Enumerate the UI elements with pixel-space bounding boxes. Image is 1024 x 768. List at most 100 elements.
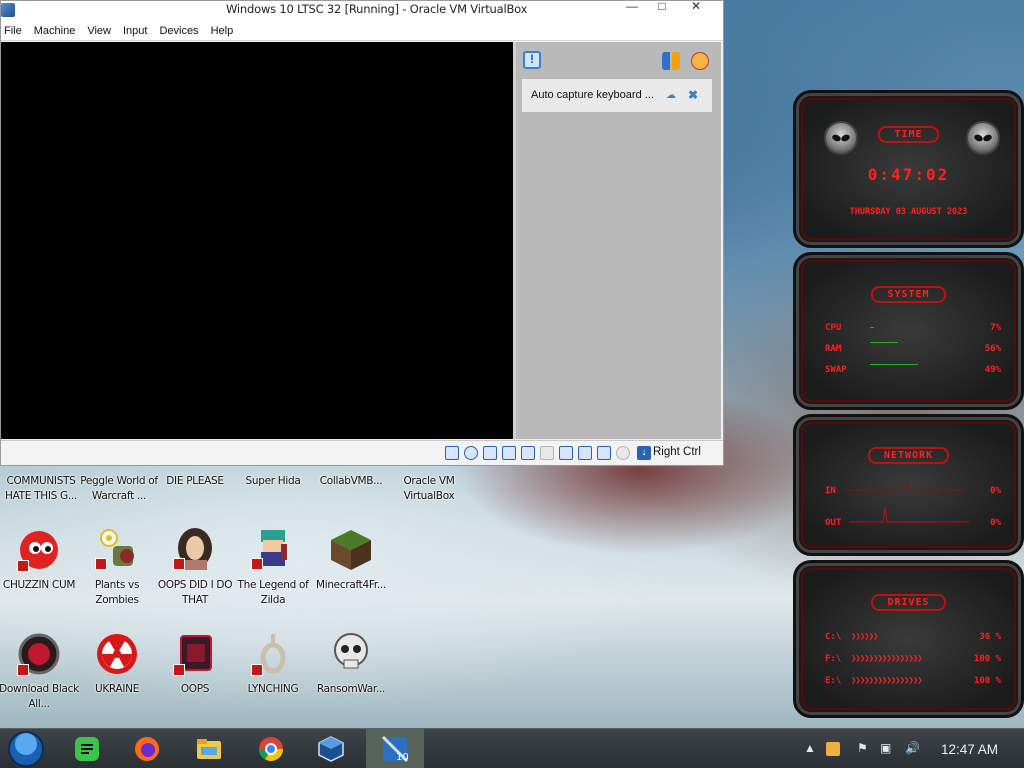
tray-chevron-up-icon[interactable]: ▲ bbox=[804, 741, 816, 755]
dismiss-all-icon[interactable] bbox=[691, 52, 709, 70]
notification-center: Auto capture keyboard ... ☁ ✖ bbox=[513, 42, 721, 439]
desktop-label-super-hida[interactable]: Super Hida bbox=[232, 474, 314, 489]
taskbar-clock[interactable]: 12:47 AM bbox=[941, 742, 998, 757]
legend-of-zilda-icon[interactable] bbox=[251, 526, 295, 570]
svg-text:10: 10 bbox=[396, 752, 409, 763]
network-out-label: OUT bbox=[825, 518, 842, 528]
desktop-label-virtualbox[interactable]: Oracle VM VirtualBox bbox=[388, 474, 470, 504]
tray-app-icon[interactable] bbox=[826, 742, 840, 756]
taskbar: 10 ▲ ⚑ ▣ 🔊 12:47 AM bbox=[0, 728, 1024, 768]
file-explorer-icon bbox=[197, 739, 221, 759]
virtualbox-app-icon bbox=[1, 3, 15, 17]
network-icon[interactable] bbox=[502, 446, 516, 460]
vm-display[interactable] bbox=[1, 42, 513, 439]
menu-bar: File Machine View Input Devices Help bbox=[1, 21, 723, 41]
plants-vs-zombies-icon[interactable] bbox=[95, 526, 139, 570]
network-title: NETWORK bbox=[867, 447, 950, 464]
taskbar-file-explorer[interactable] bbox=[180, 729, 238, 768]
cpu-bar bbox=[870, 327, 874, 328]
shortcut-arrow-icon bbox=[251, 558, 263, 570]
network-gadget[interactable]: NETWORK IN 0% OUT 0% bbox=[793, 414, 1024, 556]
desktop-label[interactable]: Minecraft4Fr... bbox=[310, 578, 392, 593]
network-in-graph bbox=[845, 482, 965, 491]
skull-icon[interactable] bbox=[329, 630, 373, 674]
desktop-label[interactable]: OOPS bbox=[154, 682, 236, 697]
drives-gadget[interactable]: DRIVES C:\ ❯❯❯❯❯❯ 36 % F:\ ❯❯❯❯❯❯❯❯❯❯❯❯❯… bbox=[793, 560, 1024, 718]
drive-e-label: E:\ bbox=[825, 676, 842, 686]
desktop-label[interactable]: OOPS DID I DO THAT bbox=[154, 578, 236, 608]
tray-network-icon[interactable]: ▣ bbox=[880, 741, 891, 755]
drive-f-value: 100 % bbox=[973, 654, 1001, 664]
taskbar-chrome[interactable] bbox=[242, 729, 300, 768]
menu-devices[interactable]: Devices bbox=[155, 25, 202, 37]
mouse-integration-icon[interactable] bbox=[616, 446, 630, 460]
message-icon[interactable] bbox=[523, 51, 541, 69]
desktop-label[interactable]: Plants vs Zombies bbox=[76, 578, 158, 608]
download-orb-icon[interactable] bbox=[17, 632, 61, 676]
usb-icon[interactable] bbox=[521, 446, 535, 460]
desktop-label-peggle[interactable]: Peggle World of Warcraft ... bbox=[78, 474, 160, 504]
noose-icon[interactable] bbox=[251, 632, 295, 676]
sort-icon[interactable] bbox=[662, 52, 680, 70]
start-button[interactable] bbox=[0, 729, 58, 768]
audio-icon[interactable] bbox=[483, 446, 497, 460]
desktop-label-communists[interactable]: COMMUNISTS HATE THIS G... bbox=[0, 474, 82, 504]
chuzzle-icon[interactable] bbox=[17, 528, 61, 572]
swap-value: 49% bbox=[984, 365, 1001, 375]
desktop-label-collabvm[interactable]: CollabVMB... bbox=[310, 474, 392, 489]
taskbar-vm-windows10[interactable]: 10 bbox=[366, 729, 424, 768]
host-key-indicator[interactable]: ↓ Right Ctrl bbox=[637, 446, 701, 460]
time-gadget[interactable]: TIME 0:47:02 THURSDAY 03 AUGUST 2023 bbox=[793, 90, 1024, 248]
taskbar-notes[interactable] bbox=[58, 729, 116, 768]
close-button[interactable]: ✕ bbox=[681, 0, 711, 15]
window-title: Windows 10 LTSC 32 [Running] - Oracle VM… bbox=[226, 2, 528, 16]
cpu-label: CPU bbox=[825, 323, 842, 333]
desktop-label[interactable]: CHUZZIN CUM bbox=[0, 578, 80, 593]
window-titlebar[interactable]: Windows 10 LTSC 32 [Running] - Oracle VM… bbox=[1, 0, 723, 21]
notification-center-header bbox=[516, 42, 721, 78]
ram-value: 56% bbox=[984, 344, 1001, 354]
display-icon[interactable] bbox=[559, 446, 573, 460]
portrait-icon[interactable] bbox=[173, 526, 217, 570]
menu-file[interactable]: File bbox=[1, 25, 26, 37]
desktop-label[interactable]: The Legend of Zilda bbox=[232, 578, 314, 608]
notification-item[interactable]: Auto capture keyboard ... ☁ ✖ bbox=[522, 79, 712, 112]
oops-icon[interactable] bbox=[173, 632, 217, 676]
desktop-label[interactable]: LYNCHING bbox=[232, 682, 314, 697]
shared-folders-icon[interactable] bbox=[540, 446, 554, 460]
optical-drive-icon[interactable] bbox=[464, 446, 478, 460]
shortcut-arrow-icon bbox=[17, 560, 29, 572]
network-in-value: 0% bbox=[990, 486, 1001, 496]
do-not-show-icon[interactable]: ☁ bbox=[666, 90, 676, 101]
radiation-icon[interactable] bbox=[95, 632, 139, 676]
menu-help[interactable]: Help bbox=[207, 25, 238, 37]
drive-f-label: F:\ bbox=[825, 654, 842, 664]
desktop-label[interactable]: Download Black All... bbox=[0, 682, 80, 712]
tray-volume-icon[interactable]: 🔊 bbox=[905, 741, 920, 755]
firefox-icon bbox=[135, 737, 159, 761]
virtualbox-icon bbox=[318, 736, 344, 762]
shortcut-arrow-icon bbox=[95, 558, 107, 570]
menu-machine[interactable]: Machine bbox=[30, 25, 80, 37]
drive-f-bar: ❯❯❯❯❯❯❯❯❯❯❯❯❯❯❯❯ bbox=[851, 654, 923, 664]
minimize-button[interactable]: — bbox=[617, 0, 647, 15]
network-in-label: IN bbox=[825, 486, 836, 496]
desktop-label[interactable]: RansomWar... bbox=[310, 682, 392, 697]
drives-title: DRIVES bbox=[871, 594, 946, 611]
cpu-icon[interactable] bbox=[597, 446, 611, 460]
taskbar-firefox[interactable] bbox=[118, 729, 176, 768]
menu-view[interactable]: View bbox=[83, 25, 115, 37]
desktop-label[interactable]: UKRAINE bbox=[76, 682, 158, 697]
hard-disk-icon[interactable] bbox=[445, 446, 459, 460]
tray-flag-icon[interactable]: ⚑ bbox=[857, 741, 868, 755]
maximize-button[interactable]: □ bbox=[647, 0, 677, 15]
minecraft-icon[interactable] bbox=[329, 528, 373, 572]
shortcut-arrow-icon bbox=[173, 558, 185, 570]
taskbar-virtualbox[interactable] bbox=[302, 729, 360, 768]
system-gadget[interactable]: SYSTEM CPU 7% RAM 56% SWAP 49% bbox=[793, 252, 1024, 410]
desktop-label-die-please[interactable]: DIE PLEASE bbox=[154, 474, 236, 489]
notification-close-icon[interactable]: ✖ bbox=[688, 88, 698, 102]
menu-input[interactable]: Input bbox=[119, 25, 151, 37]
recording-icon[interactable] bbox=[578, 446, 592, 460]
virtualbox-window: Windows 10 LTSC 32 [Running] - Oracle VM… bbox=[0, 0, 724, 466]
